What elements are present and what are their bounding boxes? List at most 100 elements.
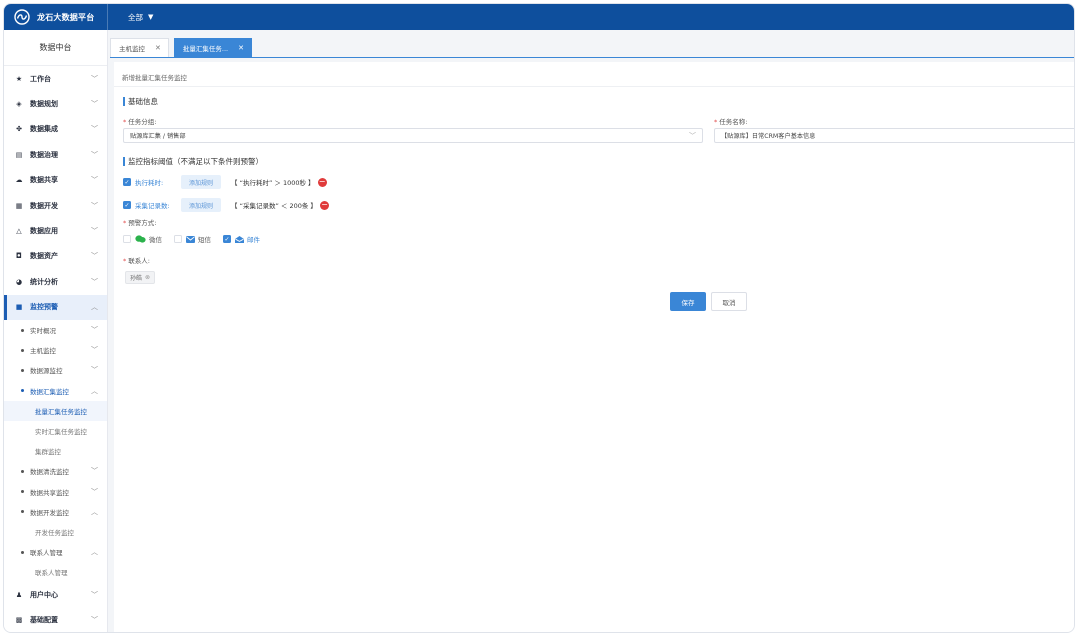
tab-batch-task-monitor[interactable]: 批量汇集任务... ✕ bbox=[173, 38, 252, 57]
chevron-down-icon: ﹀ bbox=[91, 346, 98, 355]
sidebar-sub-sharing-monitor[interactable]: 数据共享监控 ﹀ bbox=[4, 481, 107, 501]
sidebar-sub-label: 实时概况 bbox=[30, 327, 56, 335]
grid-icon: ▩ bbox=[15, 616, 23, 625]
sidebar-item-user-center[interactable]: ♟ 用户中心 ﹀ bbox=[4, 582, 107, 607]
checkbox-record-count[interactable]: ✓ bbox=[123, 201, 131, 209]
sidebar-leaf-batch-task-monitor[interactable]: 批量汇集任务监控 bbox=[4, 400, 107, 421]
section-threshold: 监控指标阈值（不满足以下条件则预警） bbox=[123, 156, 263, 167]
pie-chart-icon: ◕ bbox=[15, 277, 23, 286]
bullet-icon bbox=[21, 368, 24, 372]
chevron-down-icon: ﹀ bbox=[91, 252, 98, 261]
sidebar-item-planning[interactable]: ◈ 数据规划 ﹀ bbox=[4, 91, 107, 116]
checkbox-email[interactable]: ✓ bbox=[223, 235, 231, 243]
sidebar-item-workbench[interactable]: ★ 工作台 ﹀ bbox=[4, 66, 107, 91]
rule-row-record-count: ✓ 采集记录数: 添加规则 【 “采集记录数” ＜ 200条 】 − bbox=[123, 198, 329, 212]
sidebar-item-sharing[interactable]: ☁ 数据共享 ﹀ bbox=[4, 168, 107, 193]
chevron-up-icon: ︿ bbox=[91, 548, 98, 557]
sidebar-item-development[interactable]: ▦ 数据开发 ﹀ bbox=[4, 193, 107, 218]
contact-tag[interactable]: 孙皓 ⊗ bbox=[125, 271, 156, 284]
checkbox-exec-time[interactable]: ✓ bbox=[123, 178, 131, 186]
sidebar-header: 数据中台 bbox=[4, 30, 107, 66]
close-icon[interactable]: ✕ bbox=[238, 44, 244, 52]
sidebar-item-statistics[interactable]: ◕ 统计分析 ﹀ bbox=[4, 269, 107, 294]
notify-option-wechat[interactable]: 微信 bbox=[123, 234, 162, 244]
rule-condition: 【 “执行耗时” ＞ 1000秒 】 bbox=[231, 179, 315, 187]
star-icon: ★ bbox=[15, 74, 23, 83]
task-group-select[interactable]: 贴源库汇集 / 销售部 ﹀ bbox=[123, 128, 703, 143]
tab-bar: 主机监控 ✕ 批量汇集任务... ✕ bbox=[110, 36, 1074, 58]
sidebar-leaf-dev-task-monitor[interactable]: 开发任务监控 bbox=[4, 522, 107, 542]
scope-label: 全部 bbox=[128, 12, 143, 22]
section-title: 监控指标阈值（不满足以下条件则预警） bbox=[128, 157, 263, 166]
save-button[interactable]: 保存 bbox=[670, 292, 706, 311]
sidebar-item-label: 工作台 bbox=[30, 74, 51, 83]
cluster-icon: ✤ bbox=[16, 125, 22, 134]
checkbox-sms[interactable] bbox=[174, 235, 182, 243]
sidebar-sub-contact-management[interactable]: 联系人管理 ︿ bbox=[4, 542, 107, 562]
remove-icon[interactable]: − bbox=[317, 177, 327, 187]
sidebar-sub-realtime-overview[interactable]: 实时概况 ﹀ bbox=[4, 320, 107, 340]
chevron-down-icon: ﹀ bbox=[91, 277, 98, 286]
close-icon[interactable]: ⊗ bbox=[145, 274, 150, 281]
sidebar-sub-collection-monitor[interactable]: 数据汇集监控 ︿ bbox=[4, 380, 107, 400]
triangle-icon: △ bbox=[16, 227, 22, 236]
sidebar-sub-label: 主机监控 bbox=[30, 347, 56, 356]
sidebar-leaf-realtime-task-monitor[interactable]: 实时汇集任务监控 bbox=[4, 421, 107, 441]
chevron-up-icon: ︿ bbox=[91, 386, 98, 395]
sidebar-item-governance[interactable]: ▤ 数据治理 ﹀ bbox=[4, 142, 107, 167]
chevron-down-icon: ﹀ bbox=[91, 326, 98, 334]
sidebar-leaf-cluster-monitor[interactable]: 集群监控 bbox=[4, 441, 107, 461]
remove-icon[interactable]: − bbox=[319, 200, 329, 210]
chevron-down-icon: ﹀ bbox=[91, 150, 98, 159]
sidebar-item-label: 数据应用 bbox=[30, 227, 58, 236]
sidebar-item-integration[interactable]: ✤ 数据集成 ﹀ bbox=[4, 117, 107, 142]
sidebar-sub-label: 数据汇集监控 bbox=[30, 387, 69, 396]
add-rule-button[interactable]: 添加规则 bbox=[181, 175, 222, 189]
rule-condition: 【 “采集记录数” ＜ 200条 】 bbox=[231, 202, 317, 210]
brand[interactable]: 龙石大数据平台 bbox=[4, 4, 108, 30]
chevron-down-icon: ﹀ bbox=[91, 467, 98, 476]
checkbox-wechat[interactable] bbox=[123, 235, 131, 243]
sidebar-sub-cleaning-monitor[interactable]: 数据清洗监控 ﹀ bbox=[4, 461, 107, 481]
chevron-down-icon: ﹀ bbox=[91, 74, 98, 83]
sidebar-item-label: 数据资产 bbox=[30, 252, 58, 261]
chevron-down-icon: ﹀ bbox=[91, 591, 98, 600]
scope-dropdown[interactable]: 全部 ▼ bbox=[128, 12, 153, 23]
bullet-icon bbox=[21, 348, 24, 352]
sidebar-item-label: 基础配置 bbox=[30, 616, 58, 625]
sidebar-item-label: 数据治理 bbox=[30, 150, 58, 159]
task-name-field[interactable]: 【贴源库】日常CRM客户基本信息 bbox=[714, 128, 1074, 143]
notify-option-email[interactable]: ✓ 邮件 bbox=[223, 234, 260, 244]
sidebar-sub-host-monitor[interactable]: 主机监控 ﹀ bbox=[4, 340, 107, 360]
notify-option-sms[interactable]: 短信 bbox=[174, 234, 211, 244]
cancel-button[interactable]: 取消 bbox=[711, 292, 747, 311]
sidebar-item-application[interactable]: △ 数据应用 ﹀ bbox=[4, 218, 107, 243]
logo-icon bbox=[14, 9, 30, 25]
layers-icon: ◈ bbox=[16, 100, 22, 109]
mail-open-icon bbox=[235, 235, 244, 243]
close-icon[interactable]: ✕ bbox=[155, 44, 161, 52]
sidebar-item-base-config[interactable]: ▩ 基础配置 ﹀ bbox=[4, 608, 107, 632]
chevron-down-icon: ﹀ bbox=[689, 131, 696, 140]
caret-down-icon: ▼ bbox=[148, 13, 154, 21]
chevron-down-icon: ﹀ bbox=[91, 100, 98, 109]
sidebar-item-label: 用户中心 bbox=[30, 591, 58, 600]
sidebar-sub-dev-monitor[interactable]: 数据开发监控 ︿ bbox=[4, 502, 107, 522]
sidebar-sub-label: 数据清洗监控 bbox=[30, 468, 69, 477]
sidebar-leaf-contact-management[interactable]: 联系人管理 bbox=[4, 562, 107, 582]
add-rule-button[interactable]: 添加规则 bbox=[181, 198, 222, 212]
main-content: 新增批量汇集任务监控 基础信息 * 任务分组: 贴源库汇集 / 销售部 ﹀ * 任务… bbox=[114, 62, 1074, 632]
rule-name: 采集记录数: bbox=[135, 202, 170, 210]
tab-host-monitor[interactable]: 主机监控 ✕ bbox=[110, 38, 169, 57]
sidebar-item-monitoring[interactable]: ■ 监控预警 ︿ bbox=[4, 294, 107, 321]
notify-options: 微信 短信 ✓ 邮件 bbox=[123, 234, 272, 244]
user-icon: ♟ bbox=[15, 591, 23, 600]
sidebar-sub-datasource-monitor[interactable]: 数据源监控 ﹀ bbox=[4, 360, 107, 380]
section-marker bbox=[123, 157, 125, 166]
chevron-down-icon: ﹀ bbox=[91, 487, 98, 496]
chevron-up-icon: ︿ bbox=[91, 303, 98, 312]
rule-name: 执行耗时: bbox=[135, 179, 164, 187]
bullet-icon bbox=[21, 490, 24, 493]
task-group-label: * 任务分组: bbox=[123, 118, 157, 126]
sidebar-item-assets[interactable]: ◘ 数据资产 ﹀ bbox=[4, 244, 107, 269]
